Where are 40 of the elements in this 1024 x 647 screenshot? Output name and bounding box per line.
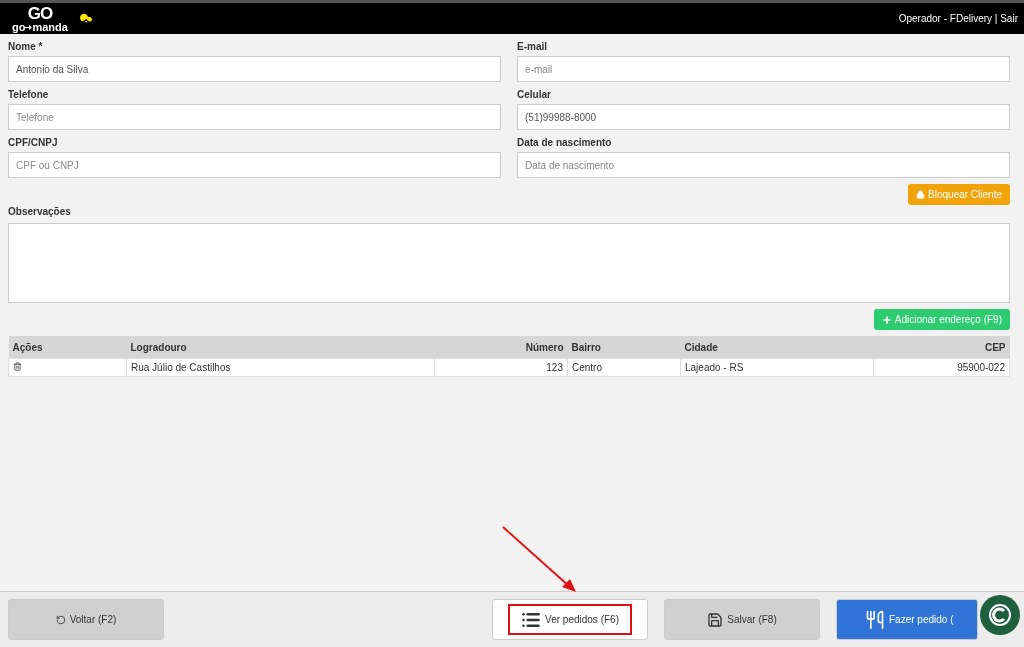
plus-icon (881, 314, 892, 325)
save-button[interactable]: Salvar (F8) (664, 599, 820, 640)
input-field[interactable]: (51)99988-8000 (517, 104, 1010, 130)
field-label: Telefone (8, 88, 50, 102)
field-label: Observações (8, 205, 72, 219)
input-field[interactable]: Telefone (8, 104, 501, 130)
field-label: Data de nascimento (517, 136, 613, 150)
column-header: Número (434, 336, 568, 359)
column-header: Ações (8, 336, 127, 359)
back-button[interactable]: Voltar (F2) (8, 599, 164, 640)
view-orders-button[interactable]: Ver pedidos (F6) (492, 599, 648, 640)
column-header: Logradouro (126, 336, 435, 359)
trash-icon[interactable] (13, 362, 22, 371)
table-cell: Lajeado - RS (680, 358, 874, 377)
column-header: CEP (873, 336, 1010, 359)
input-field[interactable]: e-mail (517, 56, 1010, 82)
column-header: Cidade (680, 336, 874, 359)
input-field[interactable]: Antonio da Silva (8, 56, 501, 82)
table-cell: Centro (567, 358, 681, 377)
input-field[interactable]: CPF ou CNPJ (8, 152, 501, 178)
table-cell: 123 (434, 358, 568, 377)
field-label: E-mail (517, 40, 548, 54)
field-label: CPF/CNPJ (8, 136, 59, 150)
undo-icon (55, 614, 66, 625)
lock-icon (916, 190, 926, 199)
input-field[interactable]: Data de nascimento (517, 152, 1010, 178)
logo-text: manda (32, 21, 68, 33)
column-header: Bairro (567, 336, 681, 359)
logout-link[interactable]: Sair (1000, 13, 1018, 24)
cutlery-icon (865, 609, 885, 630)
field-label: Nome * (8, 40, 44, 54)
table-cell: Rua Júlio de Castilhos (126, 358, 435, 377)
logo-mark: GO (27, 4, 53, 22)
field-label: Celular (517, 88, 552, 102)
table-cell: 95900-022 (873, 358, 1010, 377)
arrow-icon (25, 24, 33, 30)
place-order-button[interactable]: Fazer pedido ( (836, 599, 978, 640)
logo-text: go (12, 21, 26, 33)
notes-field[interactable] (8, 223, 1010, 303)
operator-info: Operador - FDelivery | Sair (898, 13, 1018, 24)
